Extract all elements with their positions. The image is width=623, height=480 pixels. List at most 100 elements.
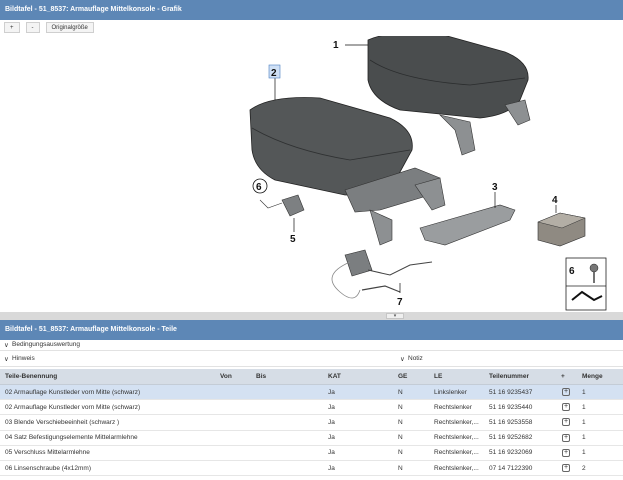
add-to-cart-icon[interactable]: + [562, 388, 570, 397]
graphic-panel-header: Bildtafel - 51_8537: Armauflage Mittelko… [0, 0, 623, 20]
add-to-cart-cell: + [557, 414, 577, 431]
from-cell [215, 445, 251, 461]
add-to-cart-icon[interactable]: + [562, 433, 570, 442]
add-to-cart-icon[interactable]: + [562, 464, 570, 473]
part-name-cell: 05 Verschluss Mittelarmlehne [0, 445, 215, 461]
quantity-cell: 1 [577, 399, 623, 416]
table-row[interactable]: 06 Linsenschraube (4x12mm) Ja N Rechtslenke… [0, 460, 623, 477]
table-header-row: Teile-Benennung Von Bis KAT GE LE Teilen… [0, 369, 623, 385]
callout-3[interactable]: 3 [492, 182, 498, 193]
from-cell [215, 430, 251, 446]
ge-cell: N [393, 399, 429, 416]
parts-table: Teile-Benennung Von Bis KAT GE LE Teilen… [0, 369, 623, 477]
ge-cell: N [393, 384, 429, 401]
divider [0, 350, 623, 351]
quantity-cell: 1 [577, 445, 623, 461]
kat-cell: Ja [323, 445, 393, 461]
zoom-out-button[interactable]: - [25, 22, 40, 33]
splitter-grip-icon[interactable]: ▾ [386, 313, 404, 319]
le-cell: Linkslenker [429, 384, 484, 401]
callout-4[interactable]: 4 [552, 195, 558, 206]
col-header-ge[interactable]: GE [393, 369, 429, 385]
add-to-cart-cell: + [557, 445, 577, 461]
ge-cell: N [393, 460, 429, 477]
parts-panel-header: Bildtafel - 51_8537: Armauflage Mittelko… [0, 320, 623, 340]
part-name-cell: 03 Blende Verschiebeeinheit (schwarz ) [0, 414, 215, 431]
le-cell: Rechtslenker,... [429, 430, 484, 446]
part-name-cell: 02 Armauflage Kunstleder vorn Mitte (sch… [0, 384, 215, 401]
add-to-cart-cell: + [557, 384, 577, 401]
to-cell [251, 460, 323, 477]
part-number-cell: 51 16 9252682 [484, 430, 557, 446]
kat-cell: Ja [323, 414, 393, 431]
col-header-quantity[interactable]: Menge [577, 369, 623, 385]
from-cell [215, 414, 251, 431]
col-header-to[interactable]: Bis [251, 369, 323, 385]
zoom-in-button[interactable]: + [4, 22, 20, 33]
table-row[interactable]: 05 Verschluss Mittelarmlehne Ja N Rechtslen… [0, 445, 623, 461]
part-number-cell: 51 16 9235437 [484, 384, 557, 401]
from-cell [215, 384, 251, 401]
part-number-cell: 51 16 9235440 [484, 399, 557, 416]
original-size-button[interactable]: Originalgröße [45, 22, 94, 33]
quantity-cell: 1 [577, 384, 623, 401]
table-row[interactable]: 04 Satz Befestigungselemente Mittelarmle… [0, 430, 623, 446]
hint-label[interactable]: Hinweis [12, 355, 35, 362]
col-header-name[interactable]: Teile-Benennung [0, 369, 215, 385]
callout-1[interactable]: 1 [333, 40, 339, 51]
quantity-cell: 1 [577, 414, 623, 431]
part-7-cable[interactable] [331, 249, 433, 299]
add-to-cart-icon[interactable]: + [562, 418, 570, 427]
parts-diagram[interactable]: 1 2 3 4 5 6 6 7 [0, 36, 623, 312]
from-cell [215, 460, 251, 477]
add-to-cart-icon[interactable]: + [562, 448, 570, 457]
conditions-label: Bedingungsauswertung [12, 341, 80, 348]
note-label[interactable]: Notiz [408, 355, 423, 362]
kat-cell: Ja [323, 399, 393, 416]
part-5-latch[interactable] [259, 194, 305, 217]
divider [0, 366, 623, 367]
le-cell: Rechtslenker,... [429, 414, 484, 431]
ge-cell: N [393, 414, 429, 431]
part-name-cell: 02 Armauflage Kunstleder vorn Mitte (sch… [0, 399, 215, 416]
part-number-cell: 07 14 7122390 [484, 460, 557, 477]
kat-cell: Ja [323, 430, 393, 446]
col-header-le[interactable]: LE [429, 369, 484, 385]
quantity-cell: 2 [577, 460, 623, 477]
panel-splitter[interactable]: ▾ [0, 312, 623, 320]
table-row[interactable]: 02 Armauflage Kunstleder vorn Mitte (sch… [0, 384, 623, 401]
chevron-down-icon: ∨ [4, 342, 9, 349]
le-cell: Rechtslenker [429, 399, 484, 416]
col-header-add: + [557, 369, 577, 385]
hint-chevron-icon[interactable]: ∨ [4, 355, 9, 363]
callout-7[interactable]: 7 [397, 297, 403, 308]
table-row[interactable]: 02 Armauflage Kunstleder vorn Mitte (sch… [0, 399, 623, 416]
part-name-cell: 04 Satz Befestigungselemente Mittelarmle… [0, 430, 215, 446]
col-header-from[interactable]: Von [215, 369, 251, 385]
kat-cell: Ja [323, 460, 393, 477]
part-4-kit-box[interactable] [537, 212, 586, 247]
col-header-part-number[interactable]: Teilenummer [484, 369, 557, 385]
note-chevron-icon[interactable]: ∨ [400, 355, 405, 363]
col-header-kat[interactable]: KAT [323, 369, 393, 385]
part-3-cover[interactable] [419, 204, 516, 246]
to-cell [251, 445, 323, 461]
le-cell: Rechtslenker,... [429, 445, 484, 461]
from-cell [215, 399, 251, 416]
add-to-cart-cell: + [557, 399, 577, 416]
callout-6[interactable]: 6 [256, 182, 262, 193]
ge-cell: N [393, 445, 429, 461]
le-cell: Rechtslenker,... [429, 460, 484, 477]
callout-6-screw[interactable]: 6 [569, 266, 575, 277]
add-to-cart-cell: + [557, 430, 577, 446]
table-row[interactable]: 03 Blende Verschiebeeinheit (schwarz ) Ja… [0, 414, 623, 431]
callout-5[interactable]: 5 [290, 234, 296, 245]
hint-note-row: ∨ Hinweis ∨ Notiz [0, 352, 623, 366]
part-2-armrest[interactable] [249, 97, 446, 246]
to-cell [251, 430, 323, 446]
add-to-cart-icon[interactable]: + [562, 403, 570, 412]
graphic-panel-title: Bildtafel - 51_8537: Armauflage Mittelko… [5, 6, 182, 13]
callout-2[interactable]: 2 [271, 68, 277, 79]
to-cell [251, 399, 323, 416]
part-name-cell: 06 Linsenschraube (4x12mm) [0, 460, 215, 477]
